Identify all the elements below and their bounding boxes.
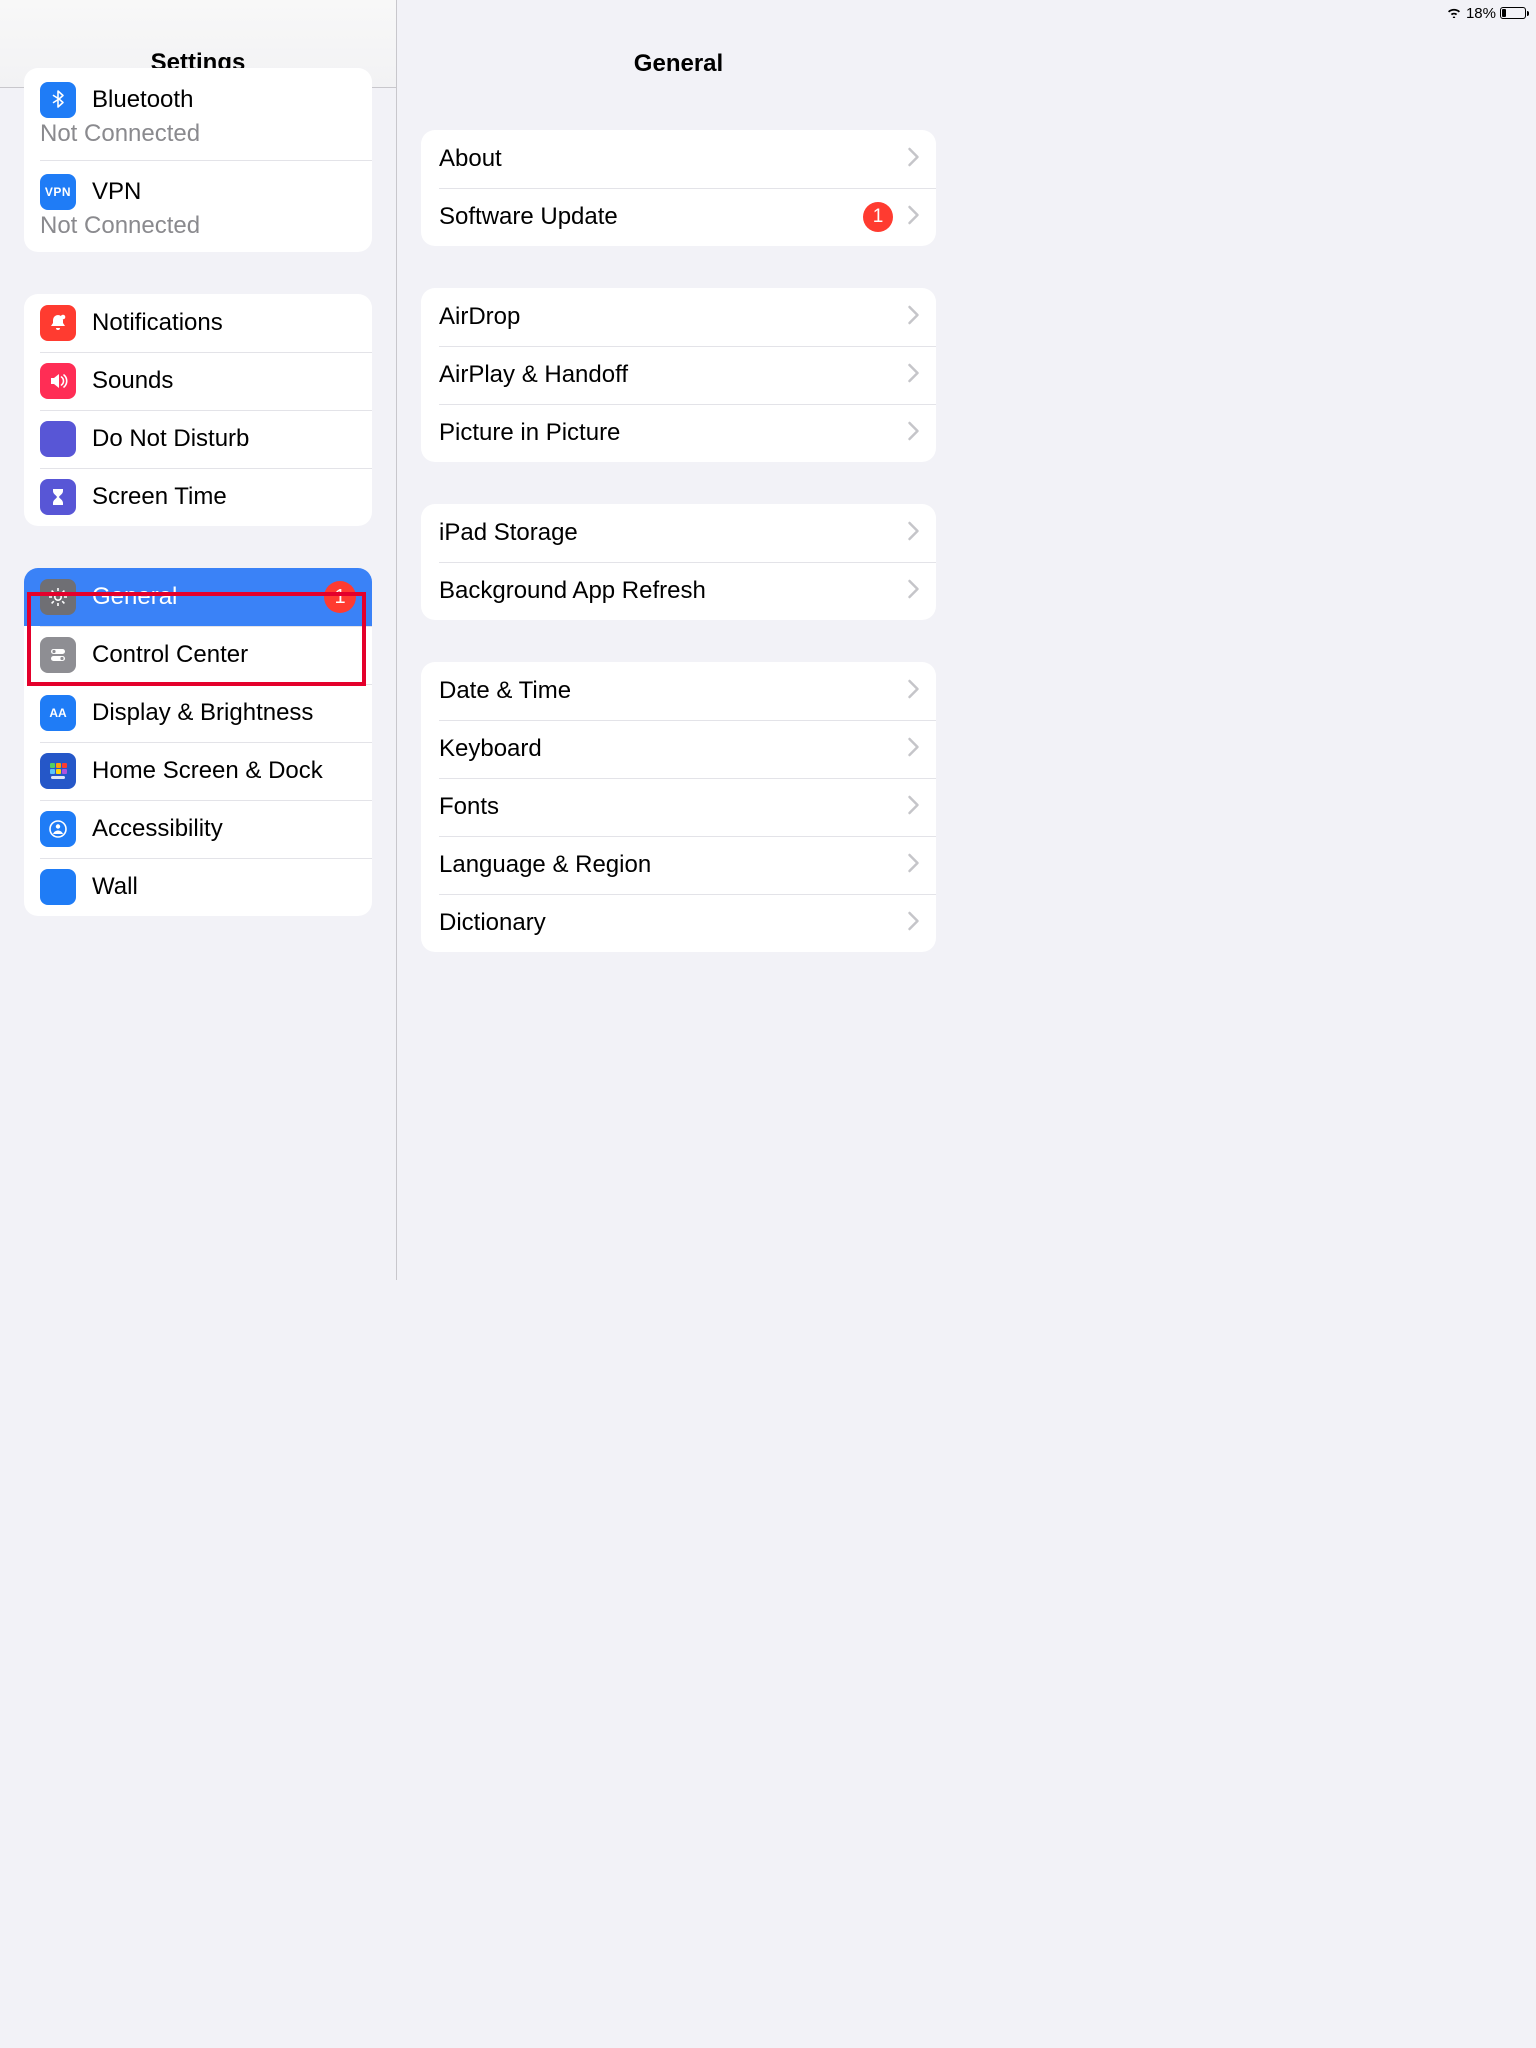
detail-row-label: AirDrop — [439, 303, 907, 331]
sidebar-group: Notifications Sounds Do Not Disturb Screen … — [24, 294, 372, 526]
detail-row-pip[interactable]: Picture in Picture — [421, 404, 936, 462]
detail-row-fonts[interactable]: Fonts — [421, 778, 936, 836]
blank-icon — [40, 869, 76, 905]
sidebar-item-display[interactable]: Display & Brightness — [24, 684, 372, 742]
detail-row-langregion[interactable]: Language & Region — [421, 836, 936, 894]
sidebar-item-label: Wall — [92, 873, 356, 902]
sidebar-item-label: VPN — [92, 178, 356, 207]
sidebar-item-general[interactable]: General 1 — [24, 568, 372, 626]
sidebar-item-label: Screen Time — [92, 483, 356, 512]
sidebar-group: BluetoothNot ConnectedVPNVPNNot Connecte… — [24, 68, 372, 252]
detail-row-airplay[interactable]: AirPlay & Handoff — [421, 346, 936, 404]
detail-row-keyboard[interactable]: Keyboard — [421, 720, 936, 778]
sidebar-item-notifications[interactable]: Notifications — [24, 294, 372, 352]
wifi-icon — [1446, 5, 1462, 22]
sidebar-item-vpn[interactable]: VPNVPNNot Connected — [24, 160, 372, 252]
sidebar-item-label: Notifications — [92, 309, 356, 338]
speaker-icon — [40, 363, 76, 399]
chevron-right-icon — [907, 911, 920, 936]
grid-icon — [40, 753, 76, 789]
settings-sidebar: Settings BluetoothNot ConnectedVPNVPNNot… — [0, 0, 397, 1280]
detail-row-label: iPad Storage — [439, 519, 907, 547]
detail-row-airdrop[interactable]: AirDrop — [421, 288, 936, 346]
detail-group: iPad Storage Background App Refresh — [421, 504, 936, 620]
hourglass-icon — [40, 479, 76, 515]
sidebar-badge: 1 — [324, 581, 356, 613]
sidebar-group: General 1 Control Center Display & Brightne… — [24, 568, 372, 916]
chevron-right-icon — [907, 205, 920, 230]
toggles-icon — [40, 637, 76, 673]
detail-pane: General About Software Update1 AirDrop AirP… — [397, 0, 960, 1280]
detail-row-label: Language & Region — [439, 851, 907, 879]
detail-row-about[interactable]: About — [421, 130, 936, 188]
sidebar-item-label: Sounds — [92, 367, 356, 396]
detail-group: About Software Update1 — [421, 130, 936, 246]
sidebar-item-label: Bluetooth — [92, 86, 356, 115]
sidebar-item-sub: Not Connected — [40, 212, 356, 240]
sidebar-item-sub: Not Connected — [40, 120, 356, 148]
battery-icon — [1500, 7, 1526, 19]
detail-row-label: Picture in Picture — [439, 419, 907, 447]
sidebar-item-label: Display & Brightness — [92, 699, 356, 728]
detail-badge: 1 — [863, 202, 893, 232]
vpn-icon: VPN — [40, 174, 76, 210]
bluetooth-icon — [40, 82, 76, 118]
detail-row-datetime[interactable]: Date & Time — [421, 662, 936, 720]
detail-row-bgrefresh[interactable]: Background App Refresh — [421, 562, 936, 620]
chevron-right-icon — [907, 421, 920, 446]
detail-row-label: Software Update — [439, 203, 863, 231]
detail-row-label: Keyboard — [439, 735, 907, 763]
detail-title: General — [634, 50, 723, 88]
chevron-right-icon — [907, 305, 920, 330]
chevron-right-icon — [907, 363, 920, 388]
sidebar-item-accessibility[interactable]: Accessibility — [24, 800, 372, 858]
detail-row-label: Background App Refresh — [439, 577, 907, 605]
sidebar-item-bluetooth[interactable]: Bluetooth Not Connected — [24, 68, 372, 160]
bell-icon — [40, 305, 76, 341]
chevron-right-icon — [907, 579, 920, 604]
chevron-right-icon — [907, 737, 920, 762]
detail-header: General — [397, 0, 960, 88]
sidebar-item-label: Accessibility — [92, 815, 356, 844]
detail-group: AirDrop AirPlay & Handoff Picture in Pictu… — [421, 288, 936, 462]
sidebar-item-screentime[interactable]: Screen Time — [24, 468, 372, 526]
detail-row-label: About — [439, 145, 907, 173]
chevron-right-icon — [907, 853, 920, 878]
battery-percent: 18% — [1466, 5, 1496, 22]
moon-icon — [40, 421, 76, 457]
sidebar-item-controlcenter[interactable]: Control Center — [24, 626, 372, 684]
sidebar-item-sounds[interactable]: Sounds — [24, 352, 372, 410]
sidebar-item-dnd[interactable]: Do Not Disturb — [24, 410, 372, 468]
aa-icon — [40, 695, 76, 731]
detail-row-label: Date & Time — [439, 677, 907, 705]
sidebar-item-label: Home Screen & Dock — [92, 757, 356, 786]
detail-group: Date & Time Keyboard Fonts Language & Regio… — [421, 662, 936, 952]
sidebar-item-label: General — [92, 583, 316, 612]
sidebar-item-wallpaper-cut[interactable]: Wall — [24, 858, 372, 916]
detail-row-dictionary[interactable]: Dictionary — [421, 894, 936, 952]
detail-row-storage[interactable]: iPad Storage — [421, 504, 936, 562]
detail-row-label: AirPlay & Handoff — [439, 361, 907, 389]
chevron-right-icon — [907, 521, 920, 546]
chevron-right-icon — [907, 679, 920, 704]
person-icon — [40, 811, 76, 847]
sidebar-item-homescreen[interactable]: Home Screen & Dock — [24, 742, 372, 800]
chevron-right-icon — [907, 795, 920, 820]
detail-row-label: Fonts — [439, 793, 907, 821]
detail-row-label: Dictionary — [439, 909, 907, 937]
sidebar-item-label: Do Not Disturb — [92, 425, 356, 454]
sidebar-item-label: Control Center — [92, 641, 356, 670]
chevron-right-icon — [907, 147, 920, 172]
detail-row-swupdate[interactable]: Software Update1 — [421, 188, 936, 246]
gear-icon — [40, 579, 76, 615]
